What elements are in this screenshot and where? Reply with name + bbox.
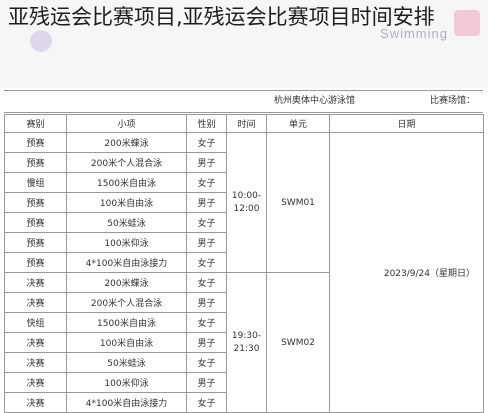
- cell-event: 200米个人混合泳: [66, 292, 187, 313]
- cell-gender: 女子: [186, 272, 227, 293]
- article-headline: 亚残运会比赛项目,亚残运会比赛项目时间安排: [8, 5, 435, 29]
- cell-event: 4*100米自由泳接力: [66, 252, 187, 273]
- cell-gender: 女子: [186, 212, 227, 233]
- cell-gender: 女子: [186, 252, 227, 273]
- cell-gender: 女子: [186, 352, 227, 373]
- cell-gender: 男子: [186, 232, 227, 253]
- table-row: 预赛 200米蝶泳 女子 10:00-12:00 SWM01 2023/9/24（星期日）: [4, 132, 484, 413]
- cell-gender: 女子: [186, 172, 227, 193]
- cell-gender: 女子: [186, 132, 227, 153]
- header-unit: 单元: [266, 114, 330, 133]
- cell-event: 200米蝶泳: [66, 272, 187, 293]
- cell-stage: 预赛: [4, 132, 67, 153]
- cell-event: 50米蛙泳: [66, 352, 187, 373]
- cell-gender: 女子: [186, 312, 227, 333]
- header-time: 时间: [226, 114, 267, 133]
- cell-gender: 男子: [186, 332, 227, 353]
- cell-stage: 预赛: [4, 212, 67, 233]
- cell-event: 200米个人混合泳: [66, 152, 187, 173]
- venue-row: 杭州奥体中心游泳馆 比赛场馆：: [4, 90, 483, 113]
- cell-event: 4*100米自由泳接力: [66, 392, 187, 413]
- header-banner: Swimming 亚残运会比赛项目,亚残运会比赛项目时间安排: [0, 0, 488, 88]
- cell-stage: 快组: [4, 312, 67, 333]
- header-event: 小项: [66, 114, 187, 133]
- decorative-circle-icon: [30, 30, 52, 52]
- schedule-table: 赛别 小项 性别 时间 单元 日期 预赛 200米蝶泳 女子 10:00-12:00 S…: [4, 114, 484, 413]
- schedule-body: 预赛 200米蝶泳 女子 10:00-12:00 SWM01 2023/9/24（星期日）…: [4, 132, 484, 413]
- cell-stage: 慢组: [4, 172, 67, 193]
- cell-stage: 预赛: [4, 232, 67, 253]
- cell-time: 10:00-12:00: [226, 132, 267, 273]
- cell-stage: 决赛: [4, 292, 67, 313]
- cell-event: 100米自由泳: [66, 332, 187, 353]
- venue-label: 比赛场馆：: [429, 96, 475, 106]
- header-gender: 性别: [186, 114, 227, 133]
- venue-value: 杭州奥体中心游泳馆: [274, 96, 356, 106]
- header-date: 日期: [329, 114, 484, 133]
- cell-event: 200米蝶泳: [66, 132, 187, 153]
- schedule-document: 杭州奥体中心游泳馆 比赛场馆： 赛别 小项 性别 时间 单元 日期 预赛 200米…: [4, 90, 484, 413]
- cell-gender: 男子: [186, 152, 227, 173]
- cell-event: 1500米自由泳: [66, 172, 187, 193]
- cell-event: 100米仰泳: [66, 372, 187, 393]
- cell-stage: 决赛: [4, 352, 67, 373]
- cell-stage: 决赛: [4, 332, 67, 353]
- cell-stage: 决赛: [4, 372, 67, 393]
- cell-stage: 预赛: [4, 192, 67, 213]
- cell-event: 1500米自由泳: [66, 312, 187, 333]
- header-stage: 赛别: [4, 114, 67, 133]
- cell-stage: 决赛: [4, 272, 67, 293]
- cell-event: 50米蛙泳: [66, 212, 187, 233]
- cell-stage: 决赛: [4, 392, 67, 413]
- cell-gender: 男子: [186, 372, 227, 393]
- cell-gender: 女子: [186, 392, 227, 413]
- cell-time: 19:30-21:30: [226, 272, 267, 413]
- cell-unit: SWM01: [266, 132, 330, 273]
- cell-stage: 预赛: [4, 252, 67, 273]
- cell-event: 100米仰泳: [66, 232, 187, 253]
- cell-unit: SWM02: [266, 272, 330, 413]
- cell-date: 2023/9/24（星期日）: [329, 132, 484, 413]
- cell-stage: 预赛: [4, 152, 67, 173]
- cell-event: 100米自由泳: [66, 192, 187, 213]
- cell-gender: 男子: [186, 292, 227, 313]
- table-header-row: 赛别 小项 性别 时间 单元 日期: [4, 114, 484, 133]
- cell-gender: 男子: [186, 192, 227, 213]
